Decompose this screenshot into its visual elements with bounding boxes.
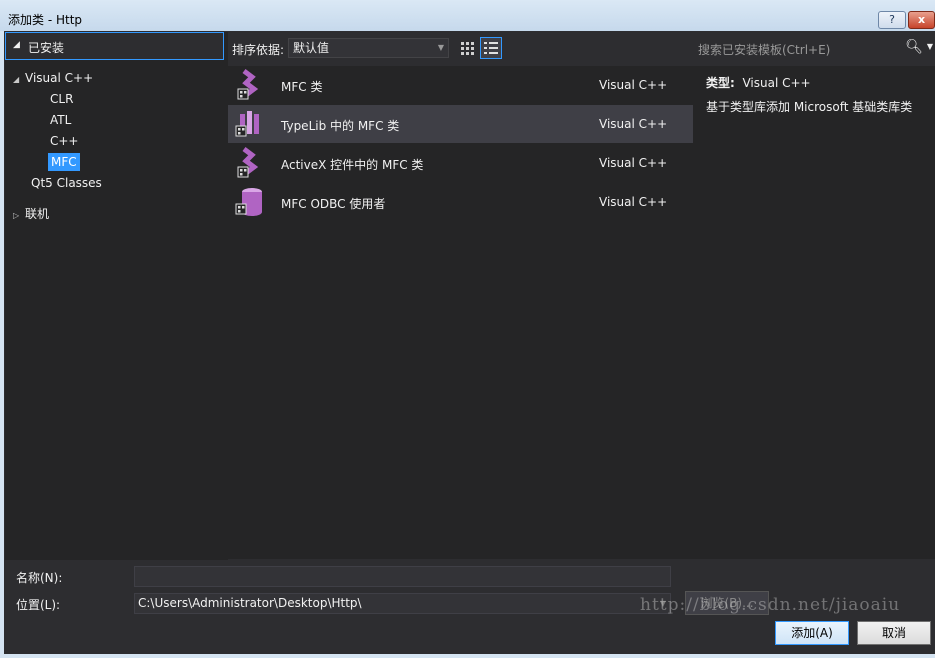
template-description: 基于类型库添加 Microsoft 基础类库类 (706, 100, 913, 114)
template-language: Visual C++ (599, 78, 668, 92)
collapse-arrow-icon: ◢ (13, 40, 20, 50)
template-row-mfc-odbc-consumer[interactable]: MFC ODBC 使用者 Visual C++ (228, 183, 693, 221)
template-name: TypeLib 中的 MFC 类 (281, 119, 400, 133)
window-title: 添加类 - Http (8, 13, 83, 27)
tree-item-atl[interactable]: ATL (50, 111, 71, 129)
template-name: ActiveX 控件中的 MFC 类 (281, 158, 424, 172)
database-icon (235, 188, 262, 216)
tree-item-online[interactable]: ▷ 联机 (13, 205, 49, 223)
chevron-down-icon: ▼ (437, 43, 444, 52)
tree-item-mfc[interactable]: MFC (48, 153, 80, 171)
tree-item-cpp[interactable]: C++ (50, 132, 79, 150)
sort-select[interactable]: 默认值 ▼ (288, 38, 449, 58)
tree-item-qt5[interactable]: Qt5 Classes (31, 174, 102, 192)
activex-icon (237, 147, 259, 178)
collapsed-arrow-icon: ▷ (13, 211, 20, 220)
template-search-input[interactable]: 搜索已安装模板(Ctrl+E) 🔍︎ ▼ (693, 35, 935, 61)
location-label: 位置(L): (16, 598, 61, 612)
installed-header[interactable]: ◢ 已安装 (5, 32, 224, 60)
expanded-arrow-icon: ◢ (13, 75, 20, 84)
category-tree: ◢ 已安装 ◢ Visual C++ CLR ATL C++ MFC Qt5 Cl… (5, 32, 228, 560)
template-type: 类型: Visual C++ (706, 76, 811, 90)
tree-item-visual-cpp[interactable]: ◢ Visual C++ (13, 69, 93, 87)
list-view-button[interactable] (480, 37, 502, 59)
name-label: 名称(N): (16, 571, 63, 585)
template-list: MFC 类 Visual C++ TypeLib 中的 MFC 类 Visual… (228, 66, 693, 559)
list-view-icon (484, 42, 498, 54)
template-row-activex-mfc-class[interactable]: ActiveX 控件中的 MFC 类 Visual C++ (228, 144, 693, 182)
tree-item-clr[interactable]: CLR (50, 90, 73, 108)
grid-view-icon (461, 42, 474, 55)
dialog-client: ◢ 已安装 ◢ Visual C++ CLR ATL C++ MFC Qt5 Cl… (4, 31, 935, 654)
template-name: MFC 类 (281, 80, 323, 94)
sort-toolbar: 排序依据: 默认值 ▼ (228, 35, 698, 61)
help-button[interactable]: ? (878, 11, 906, 29)
watermark-text: http://blog.csdn.net/jiaoaiu (640, 595, 901, 615)
title-bar: 添加类 - Http ? x (0, 0, 935, 31)
template-language: Visual C++ (599, 117, 668, 131)
add-button[interactable]: 添加(A) (775, 621, 849, 645)
chevron-down-icon[interactable]: ▼ (927, 42, 933, 51)
template-row-mfc-class[interactable]: MFC 类 Visual C++ (228, 66, 693, 104)
grid-view-button[interactable] (456, 37, 478, 59)
template-info-panel: 类型: Visual C++ 基于类型库添加 Microsoft 基础类库类 (693, 66, 935, 559)
search-icon[interactable]: 🔍︎ (905, 39, 923, 55)
template-language: Visual C++ (599, 195, 668, 209)
cancel-button[interactable]: 取消 (857, 621, 931, 645)
template-row-typelib-mfc-class[interactable]: TypeLib 中的 MFC 类 Visual C++ (228, 105, 693, 143)
sort-label: 排序依据: (232, 43, 285, 57)
installed-label: 已安装 (28, 41, 65, 55)
close-button[interactable]: x (908, 11, 935, 29)
name-input[interactable] (134, 566, 671, 587)
mfc-class-icon (237, 69, 259, 100)
template-name: MFC ODBC 使用者 (281, 197, 386, 211)
location-input[interactable]: C:\Users\Administrator\Desktop\Http\ ▼ (134, 593, 671, 614)
template-language: Visual C++ (599, 156, 668, 170)
typelib-icon (235, 111, 259, 137)
